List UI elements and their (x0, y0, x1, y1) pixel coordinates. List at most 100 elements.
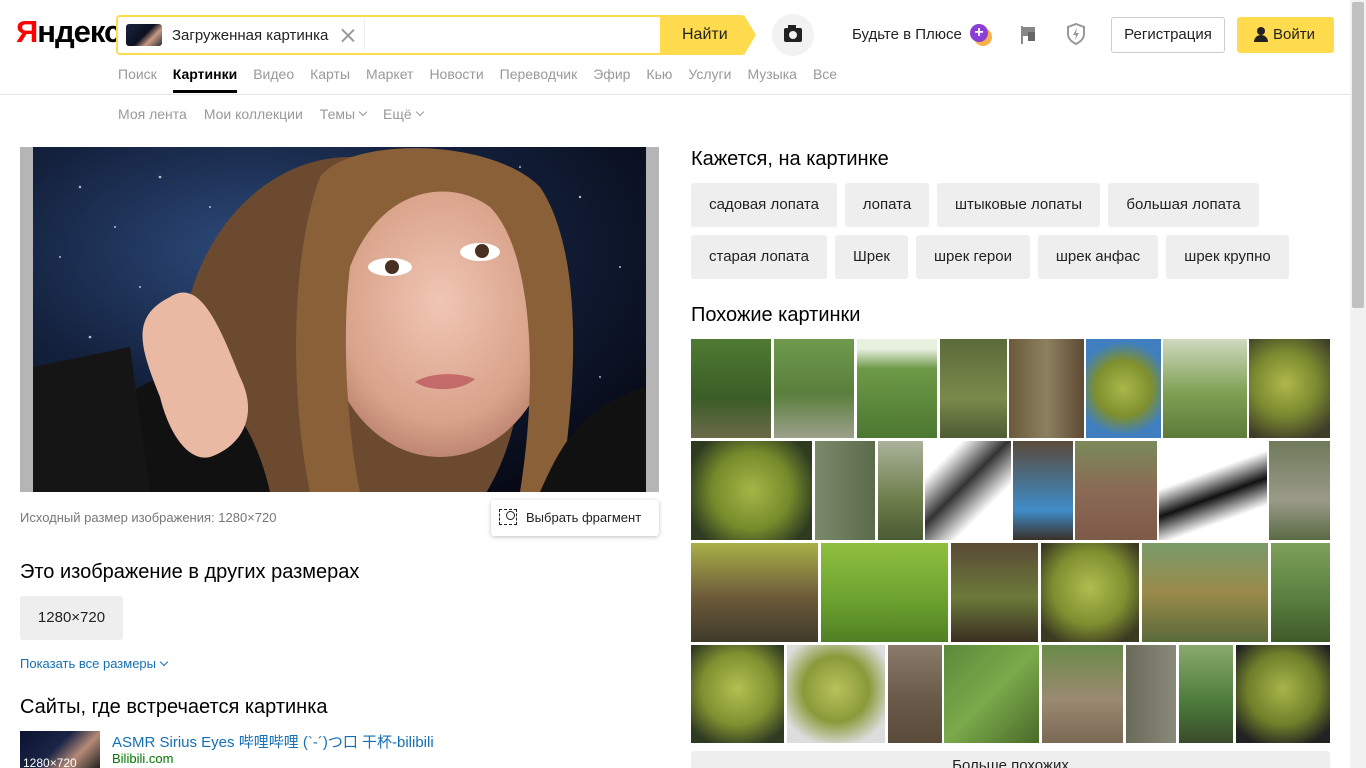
similar-image-thumbnail[interactable] (1269, 441, 1330, 540)
similar-image-thumbnail[interactable] (821, 543, 948, 642)
similar-image-thumbnail[interactable] (888, 645, 942, 743)
scrollbar-thumb[interactable] (1352, 2, 1364, 308)
logo-first-letter: Я (16, 14, 38, 49)
images-subnav: Моя лента Мои коллекции Темы Ещё (118, 106, 440, 122)
tag-chip[interactable]: шрек крупно (1166, 235, 1289, 279)
more-similar-button[interactable]: Больше похожих (691, 751, 1330, 768)
similar-heading: Похожие картинки (691, 304, 861, 326)
service-market[interactable]: Маркет (366, 66, 413, 82)
similar-image-thumbnail[interactable] (1159, 441, 1267, 540)
service-maps[interactable]: Карты (310, 66, 350, 82)
similar-image-thumbnail[interactable] (925, 441, 1011, 540)
service-video[interactable]: Видео (253, 66, 294, 82)
similar-image-thumbnail[interactable] (691, 339, 771, 438)
tag-chip[interactable]: Шрек (835, 235, 908, 279)
subnav-feed[interactable]: Моя лента (118, 106, 187, 122)
similar-image-thumbnail[interactable] (1163, 339, 1247, 438)
yandex-logo[interactable]: Яндекс (16, 14, 121, 50)
similar-image-thumbnail[interactable] (940, 339, 1007, 438)
uploaded-image (20, 147, 659, 492)
similar-image-thumbnail[interactable] (1142, 543, 1268, 642)
service-q[interactable]: Кью (646, 66, 672, 82)
logo-rest: ндекс (37, 14, 121, 49)
tag-chip[interactable]: старая лопата (691, 235, 827, 279)
plus-link[interactable]: Будьте в Плюсе (852, 26, 962, 43)
clear-icon[interactable] (340, 27, 356, 43)
site-result-title[interactable]: ASMR Sirius Eyes 哔哩哔哩 (`-´)つ口 干杯-bilibil… (112, 731, 434, 752)
recognized-heading: Кажется, на картинке (691, 148, 889, 170)
sites-heading: Сайты, где встречается картинка (20, 696, 328, 718)
show-all-sizes-label: Показать все размеры (20, 656, 156, 671)
register-button[interactable]: Регистрация (1111, 17, 1225, 53)
show-all-sizes-link[interactable]: Показать все размеры (20, 656, 169, 671)
similar-image-thumbnail[interactable] (1075, 441, 1157, 540)
uploaded-image-label: Загруженная картинка (172, 26, 329, 44)
uploaded-image-chip[interactable]: Загруженная картинка (126, 24, 328, 46)
services-nav: Поиск Картинки Видео Карты Маркет Новост… (118, 66, 853, 93)
chevron-down-icon (358, 107, 368, 117)
similar-image-thumbnail[interactable] (944, 645, 1039, 743)
similar-image-thumbnail[interactable] (1271, 543, 1330, 642)
tag-chip[interactable]: садовая лопата (691, 183, 837, 227)
service-music[interactable]: Музыка (747, 66, 797, 82)
camera-icon (784, 25, 802, 42)
service-images[interactable]: Картинки (172, 66, 238, 93)
chevron-down-icon (159, 657, 169, 666)
original-size-text: Исходный размер изображения: 1280×720 (20, 510, 277, 525)
subnav-more-label: Ещё (383, 106, 412, 122)
user-icon (1254, 27, 1268, 43)
size-option[interactable]: 1280×720 (20, 596, 123, 640)
service-efir[interactable]: Эфир (593, 66, 630, 82)
header-divider (0, 94, 1350, 95)
similar-image-thumbnail[interactable] (1179, 645, 1233, 743)
similar-image-thumbnail[interactable] (691, 441, 812, 540)
tag-chip[interactable]: лопата (845, 183, 929, 227)
similar-image-thumbnail[interactable] (774, 339, 854, 438)
login-label: Войти (1273, 26, 1315, 43)
similar-image-thumbnail[interactable] (815, 441, 875, 540)
tag-chip[interactable]: шрек анфас (1038, 235, 1158, 279)
similar-image-thumbnail[interactable] (691, 543, 818, 642)
site-result-host[interactable]: Bilibili.com (112, 751, 173, 766)
site-thumbnail[interactable]: 1280×720 (20, 731, 100, 768)
flag-icon[interactable] (1019, 26, 1037, 44)
subnav-more[interactable]: Ещё (383, 106, 424, 122)
tag-chip[interactable]: штыковые лопаты (937, 183, 1100, 227)
service-translator[interactable]: Переводчик (500, 66, 578, 82)
search-input[interactable]: Загруженная картинка (116, 15, 662, 55)
plus-icon[interactable]: + (970, 24, 992, 46)
similar-image-thumbnail[interactable] (1249, 339, 1330, 438)
search-button[interactable]: Найти (660, 15, 756, 55)
tag-chip[interactable]: шрек герои (916, 235, 1030, 279)
service-search[interactable]: Поиск (118, 66, 157, 82)
service-all[interactable]: Все (813, 66, 837, 82)
shield-icon[interactable] (1066, 22, 1086, 46)
similar-image-thumbnail[interactable] (787, 645, 885, 743)
similar-image-thumbnail[interactable] (878, 441, 923, 540)
similar-image-thumbnail[interactable] (691, 645, 784, 743)
uploaded-image-thumbnail (126, 24, 162, 46)
similar-image-thumbnail[interactable] (1086, 339, 1161, 438)
similar-image-thumbnail[interactable] (1009, 339, 1084, 438)
similar-image-thumbnail[interactable] (857, 339, 937, 438)
similar-image-thumbnail[interactable] (1126, 645, 1176, 743)
similar-image-thumbnail[interactable] (1041, 543, 1139, 642)
subnav-collections[interactable]: Мои коллекции (204, 106, 303, 122)
subnav-themes[interactable]: Темы (319, 106, 368, 122)
crop-icon (499, 509, 517, 525)
tag-chip[interactable]: большая лопата (1108, 183, 1259, 227)
service-news[interactable]: Новости (429, 66, 483, 82)
similar-image-thumbnail[interactable] (1236, 645, 1330, 743)
other-sizes-heading: Это изображение в других размерах (20, 561, 360, 583)
similar-image-thumbnail[interactable] (1042, 645, 1123, 743)
camera-search-button[interactable] (772, 14, 814, 56)
subnav-themes-label: Темы (319, 106, 356, 122)
select-fragment-button[interactable]: Выбрать фрагмент (491, 500, 659, 536)
similar-image-thumbnail[interactable] (1013, 441, 1073, 540)
site-thumbnail-size: 1280×720 (23, 756, 77, 768)
service-uslugi[interactable]: Услуги (688, 66, 731, 82)
similar-image-thumbnail[interactable] (951, 543, 1038, 642)
select-fragment-label: Выбрать фрагмент (526, 510, 642, 525)
similar-images-grid (691, 339, 1330, 743)
login-button[interactable]: Войти (1237, 17, 1334, 53)
